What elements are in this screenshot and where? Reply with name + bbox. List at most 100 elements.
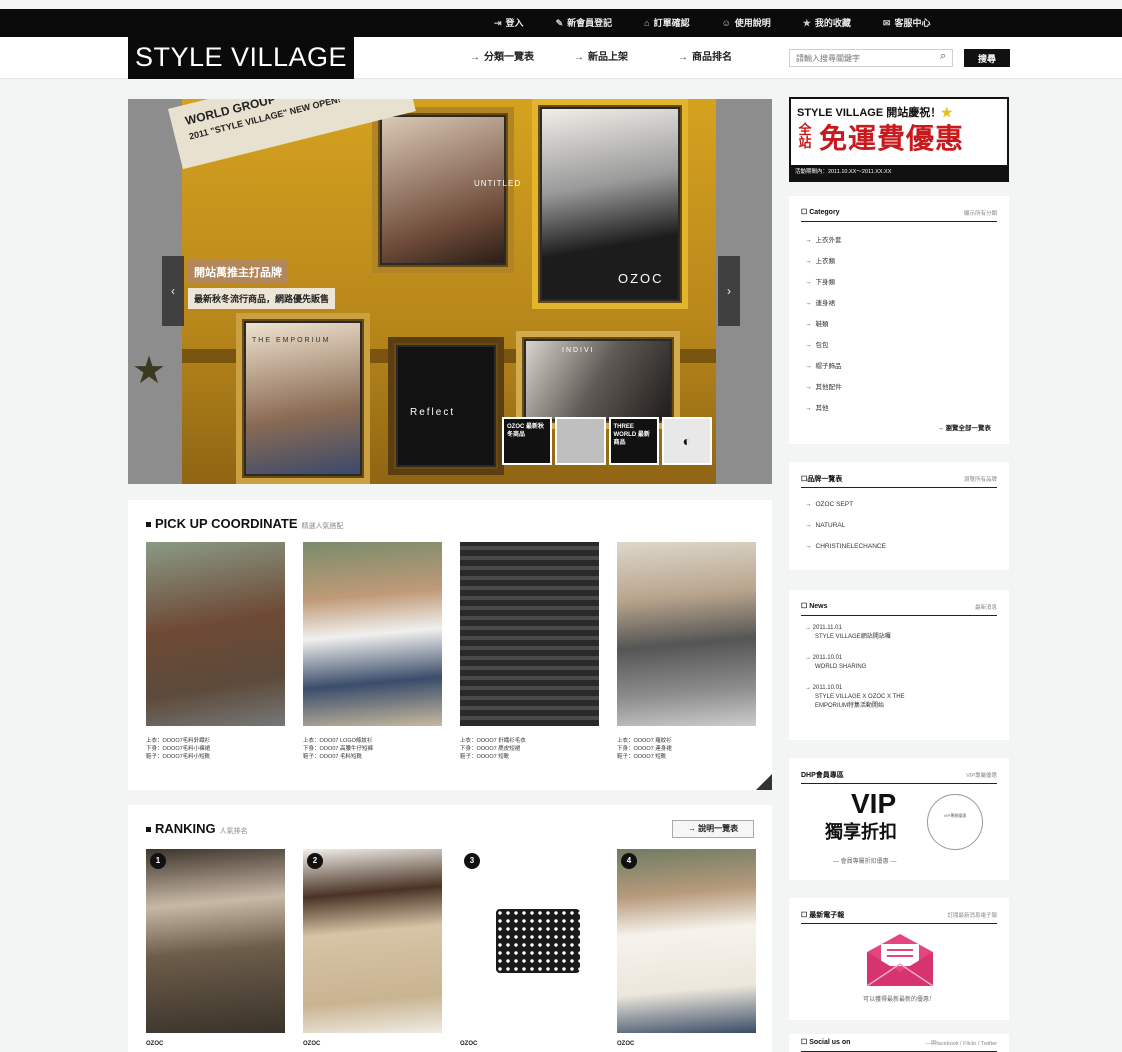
- pickup-item[interactable]: 上衣：OOO07 LOGO條紋衫 下身：OOO07 高腰牛仔短褲 鞋子：OOO07 …: [303, 542, 442, 761]
- brand-box: ☐品牌一覽表 瀏覽所有品牌 → OZOC SEPT → NATURAL → CHRIST…: [789, 462, 1009, 570]
- top-nav-contact[interactable]: ✉ 客服中心: [867, 9, 947, 37]
- product-photo[interactable]: [146, 542, 285, 726]
- caption-line: 下身：OOOO7 麂皮短裙: [460, 746, 521, 752]
- photo-frame: INDIVI: [516, 331, 680, 429]
- category-item[interactable]: → 上衣類: [805, 251, 842, 272]
- category-item[interactable]: → 上衣外套: [805, 230, 842, 251]
- caption-line: 上衣：OOOO7 羅紋衫: [617, 738, 672, 744]
- promo-label: 全站: [798, 122, 812, 150]
- section-title-text: RANKING: [155, 821, 216, 836]
- category-item[interactable]: → 帽子飾品: [805, 356, 842, 377]
- nav-category-list[interactable]: → 分類一覽表: [470, 37, 574, 79]
- box-link[interactable]: 最新消息: [975, 603, 997, 611]
- product-photo[interactable]: 4: [617, 849, 756, 1033]
- nav-label: 新品上架: [588, 52, 628, 63]
- arrow-right-icon: →: [574, 52, 584, 63]
- box-link[interactable]: 瀏覽所有品牌: [964, 475, 997, 483]
- ranking-item[interactable]: 1 OZOC: [146, 849, 285, 1047]
- frame-label: THE EMPORIUM: [252, 337, 331, 344]
- brand-item[interactable]: → NATURAL: [805, 515, 886, 536]
- product-photo[interactable]: 1: [146, 849, 285, 1033]
- hero-slideshow[interactable]: ★ UNTITLED OZOC THE EMPORIUM Reflect IND…: [128, 99, 772, 484]
- pickup-item[interactable]: 上衣：OOOO7毛料針織衫 下身：OOOO7毛料小褲裙 鞋子：OOOO7毛料小短靴: [146, 542, 285, 761]
- category-item[interactable]: → 鞋類: [805, 314, 842, 335]
- box-title: ☐品牌一覽表: [801, 476, 843, 483]
- search-button[interactable]: 搜尋: [964, 49, 1010, 67]
- hero-prev-arrow[interactable]: ‹: [162, 256, 184, 326]
- caption-line: 鞋子：OOOO7毛料小短靴: [146, 754, 211, 760]
- top-nav-login[interactable]: ⇥ 登入: [478, 9, 540, 37]
- ranking-item[interactable]: 3 OZOC: [460, 849, 599, 1047]
- box-header: ☐ Category 顯示所有分類: [801, 208, 997, 222]
- box-link[interactable]: 訂閱最新消息電子報: [947, 911, 997, 919]
- brand-tile[interactable]: THREE WORLD 最新商品: [608, 417, 659, 465]
- product-photo[interactable]: [617, 542, 756, 726]
- category-box: ☐ Category 顯示所有分類 → 上衣外套 → 上衣類 → 下身類 → 連身裙 → 鞋…: [789, 196, 1009, 444]
- arrow-right-icon: →: [805, 543, 812, 550]
- product-photo[interactable]: 3: [460, 849, 599, 1033]
- top-nav-favorites[interactable]: ★ 我的收藏: [787, 9, 867, 37]
- product-photo[interactable]: [303, 542, 442, 726]
- box-title: ☐ 最新電子報: [801, 912, 845, 919]
- site-logo[interactable]: STYLE VILLAGE: [128, 37, 354, 79]
- search-input[interactable]: [789, 49, 953, 67]
- news-item[interactable]: → 2011.10.01 WORLD SHARING: [805, 654, 905, 672]
- rank-badge: 4: [621, 853, 637, 869]
- news-text: EMPORIUM特集活動開始: [815, 703, 885, 709]
- nav-label: 分類一覽表: [484, 52, 534, 63]
- news-item[interactable]: → 2011.11.01 STYLE VILLAGE網站開站囉: [805, 624, 905, 642]
- brand-tile[interactable]: [555, 417, 606, 465]
- category-item[interactable]: → 包包: [805, 335, 842, 356]
- vip-banner[interactable]: VIP 獨享折扣 VIP專屬優惠 — 會員專屬折扣優惠 —: [819, 788, 983, 872]
- category-item[interactable]: → 其他: [805, 398, 842, 419]
- ranking-item[interactable]: 2 OZOC: [303, 849, 442, 1047]
- nav-label: 商品排名: [692, 52, 732, 63]
- top-nav-help[interactable]: ☺ 使用說明: [706, 9, 787, 37]
- pickup-item[interactable]: 上衣：OOOO7 針織衫毛衣 下身：OOOO7 麂皮短裙 鞋子：OOOO7 短靴: [460, 542, 599, 761]
- section-subtitle: 人氣排名: [219, 828, 248, 835]
- product-brand: OZOC: [303, 1041, 321, 1047]
- pickup-caption: 上衣：OOOO7毛料針織衫 下身：OOOO7毛料小褲裙 鞋子：OOOO7毛料小短靴: [146, 737, 285, 761]
- model-photo: [526, 341, 670, 419]
- free-shipping-promo[interactable]: STYLE VILLAGE 開站慶祝！★ 全站 免運費優惠 活動期間內：2011…: [789, 97, 1009, 182]
- frame-label: INDIVI: [562, 347, 595, 354]
- frame-label: UNTITLED: [474, 179, 522, 188]
- pickup-caption: 上衣：OOO07 LOGO條紋衫 下身：OOO07 高腰牛仔短褲 鞋子：OOO07 …: [303, 737, 442, 761]
- product-photo[interactable]: 2: [303, 849, 442, 1033]
- box-link[interactable]: VIP專屬優惠: [966, 771, 997, 779]
- nav-ranking[interactable]: → 商品排名: [678, 37, 782, 79]
- brand-item[interactable]: → CHRISTINELECHANCE: [805, 536, 886, 557]
- top-nav-orders[interactable]: ⌂ 訂單確認: [628, 9, 705, 37]
- cart-icon: ⌂: [644, 18, 650, 28]
- product-photo[interactable]: [460, 542, 599, 726]
- corner-arrow-icon[interactable]: [756, 774, 772, 790]
- login-icon: ⇥: [494, 18, 502, 28]
- star-decoration-icon: ★: [132, 350, 167, 392]
- ranking-item[interactable]: 4 OZOC: [617, 849, 756, 1047]
- category-item[interactable]: → 其他配件: [805, 377, 842, 398]
- brand-item[interactable]: → OZOC SEPT: [805, 494, 886, 515]
- brand-label: OZOC SEPT: [815, 501, 854, 508]
- box-link[interactable]: —與facebook / Flickr / Twitter: [925, 1039, 997, 1047]
- envelope-icon[interactable]: [867, 934, 933, 986]
- brand-tile[interactable]: OZOC 最新秋冬商品: [502, 417, 553, 465]
- category-more-link[interactable]: → 瀏覽全部一覽表: [937, 422, 991, 432]
- news-box: ☐ News 最新消息 → 2011.11.01 STYLE VILLAGE網站開站…: [789, 590, 1009, 740]
- box-link[interactable]: 顯示所有分類: [964, 209, 997, 217]
- edit-icon: ✎: [555, 18, 564, 28]
- nav-new-arrivals[interactable]: → 新品上架: [574, 37, 678, 79]
- brand-logo-tile[interactable]: ◐: [661, 417, 712, 465]
- pickup-item[interactable]: 上衣：OOOO7 羅紋衫 下身：OOOO7 連身裙 鞋子：OOOO7 短靴: [617, 542, 756, 761]
- photo-frame: OZOC: [532, 99, 688, 309]
- box-header: ☐品牌一覽表 瀏覽所有品牌: [801, 474, 997, 488]
- category-item[interactable]: → 連身裙: [805, 293, 842, 314]
- search-icon[interactable]: ⌕: [940, 50, 946, 63]
- ranking-more-button[interactable]: → 說明一覽表: [672, 820, 754, 838]
- hero-next-arrow[interactable]: ›: [718, 256, 740, 326]
- social-box: ☐ Social us on —與facebook / Flickr / Twit…: [789, 1034, 1009, 1052]
- top-nav-label: 我的收藏: [814, 18, 851, 28]
- category-item[interactable]: → 下身類: [805, 272, 842, 293]
- news-item[interactable]: → 2011.10.01 STYLE VILLAGE X OZOC X THE EM…: [805, 684, 905, 711]
- top-nav-register[interactable]: ✎ 新會員登記: [540, 9, 629, 37]
- section-subtitle: 精選人氣搭配: [301, 523, 344, 530]
